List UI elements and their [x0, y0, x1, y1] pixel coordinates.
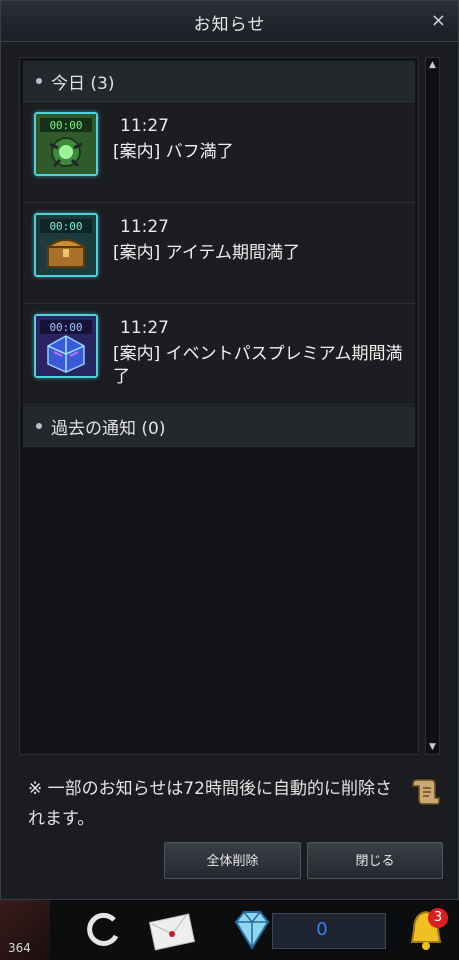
svg-text:00:00: 00:00 [49, 220, 82, 233]
notification-message: [案内] イベントパスプレミアム期間満了 [113, 344, 403, 387]
title-bar[interactable]: お知らせ × [1, 1, 458, 42]
diamond-icon[interactable] [226, 904, 278, 956]
gem-count: 0 [316, 919, 328, 940]
notification-time: 11:27 [120, 318, 169, 338]
today-section-label: 今日 (3) [51, 73, 115, 94]
scroll-down-icon[interactable]: ▼ [427, 741, 438, 753]
svg-text:00:00: 00:00 [49, 119, 82, 132]
past-section-header[interactable]: 過去の通知 (0) [23, 406, 415, 447]
bullet-icon [36, 423, 42, 429]
list-item[interactable]: 00:00 11:27 [案内] アイテム期間満了 [23, 203, 415, 304]
window-title: お知らせ [193, 15, 266, 35]
scroll-paper-icon[interactable] [409, 774, 443, 808]
refresh-icon[interactable] [76, 904, 128, 956]
close-icon[interactable]: × [431, 10, 446, 31]
mail-icon[interactable] [146, 904, 198, 956]
svg-text:00:00: 00:00 [49, 321, 82, 334]
bullet-icon [36, 78, 42, 84]
avatar[interactable]: 364 [0, 900, 50, 960]
notification-message: [案内] アイテム期間満了 [113, 243, 300, 263]
scroll-up-icon[interactable]: ▲ [427, 59, 438, 71]
treasure-chest-icon: 00:00 [34, 213, 98, 277]
notification-time: 11:27 [120, 116, 169, 136]
bottom-hud: 364 0 3 [0, 900, 459, 960]
notification-time: 11:27 [120, 217, 169, 237]
notification-message: [案内] バフ満了 [113, 142, 234, 162]
auto-delete-note: ※ 一部のお知らせは72時間後に自動的に削除されます。 [28, 779, 392, 829]
notifications-window: お知らせ × 今日 (3) 00:00 11:27 [案内] バフ満了 00:0… [0, 0, 459, 900]
list-item[interactable]: 00:00 11:27 [案内] バフ満了 [23, 102, 415, 203]
today-section-header[interactable]: 今日 (3) [23, 61, 415, 102]
delete-all-button[interactable]: 全体削除 [164, 842, 301, 879]
past-section-label: 過去の通知 (0) [51, 418, 166, 439]
notification-list: 今日 (3) 00:00 11:27 [案内] バフ満了 00:00 11:27… [19, 57, 419, 755]
list-item[interactable]: 00:00 11:27 [案内] イベントパスプレミアム期間満了 [23, 304, 415, 405]
close-button[interactable]: 閉じる [307, 842, 443, 879]
bell-badge: 3 [428, 908, 448, 928]
buff-icon: 00:00 [34, 112, 98, 176]
avatar-value: 364 [8, 941, 31, 955]
scrollbar[interactable]: ▲ ▼ [425, 57, 440, 755]
premium-pass-cube-icon: 00:00 [34, 314, 98, 378]
